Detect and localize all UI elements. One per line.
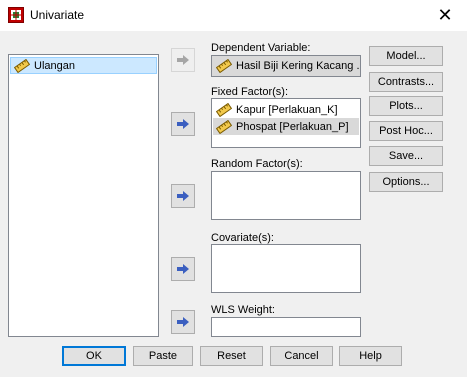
fixed-factors-label: Fixed Factor(s): [211,86,289,98]
options-button[interactable]: Options... [369,172,443,192]
contrasts-button[interactable]: Contrasts... [369,72,443,92]
list-item-label: Kapur [Perlakuan_K] [236,103,338,116]
close-button[interactable]: ✕ [432,4,458,26]
save-button[interactable]: Save... [369,146,443,166]
scale-ruler-icon [216,102,232,117]
list-item[interactable]: Phospat [Perlakuan_P] [213,118,359,135]
wls-weight-field[interactable] [211,317,361,337]
move-to-fixed-factor-button[interactable] [171,112,195,136]
close-icon: ✕ [437,5,453,25]
dependent-variable-label: Dependent Variable: [211,42,311,54]
fixed-factors-list[interactable]: Kapur [Perlakuan_K] Phospat [Perlakuan_P… [211,98,361,148]
arrow-right-icon [177,317,189,327]
dependent-variable-field[interactable]: Hasil Biji Kering Kacang ... [211,55,361,77]
random-factors-list[interactable] [211,171,361,220]
list-item[interactable]: Ulangan [10,57,157,74]
paste-button[interactable]: Paste [133,346,193,366]
spss-app-icon [8,7,24,23]
source-variable-list[interactable]: Ulangan [8,54,159,337]
covariates-list[interactable] [211,244,361,293]
dependent-variable-value: Hasil Biji Kering Kacang ... [236,60,361,72]
wls-weight-label: WLS Weight: [211,304,275,316]
ok-button[interactable]: OK [62,346,126,366]
help-button[interactable]: Help [339,346,402,366]
plots-button[interactable]: Plots... [369,96,443,116]
list-item-label: Ulangan [34,59,75,72]
covariates-label: Covariate(s): [211,232,274,244]
arrow-right-icon [177,119,189,129]
reset-button[interactable]: Reset [200,346,263,366]
title-bar: Univariate ✕ [0,0,467,31]
list-item-label: Phospat [Perlakuan_P] [236,120,349,133]
list-item[interactable]: Kapur [Perlakuan_K] [213,101,359,118]
move-to-wls-weight-button[interactable] [171,310,195,334]
move-to-dependent-button[interactable] [171,48,195,72]
scale-ruler-icon [14,58,30,73]
post-hoc-button[interactable]: Post Hoc... [369,121,443,141]
move-to-covariate-button[interactable] [171,257,195,281]
random-factors-label: Random Factor(s): [211,158,303,170]
arrow-right-icon [177,191,189,201]
window-title: Univariate [30,8,85,22]
move-to-random-factor-button[interactable] [171,184,195,208]
arrow-right-icon [177,264,189,274]
cancel-button[interactable]: Cancel [270,346,333,366]
model-button[interactable]: Model... [369,46,443,66]
scale-ruler-icon [216,59,232,73]
scale-ruler-icon [216,119,232,134]
arrow-right-icon [177,55,189,65]
